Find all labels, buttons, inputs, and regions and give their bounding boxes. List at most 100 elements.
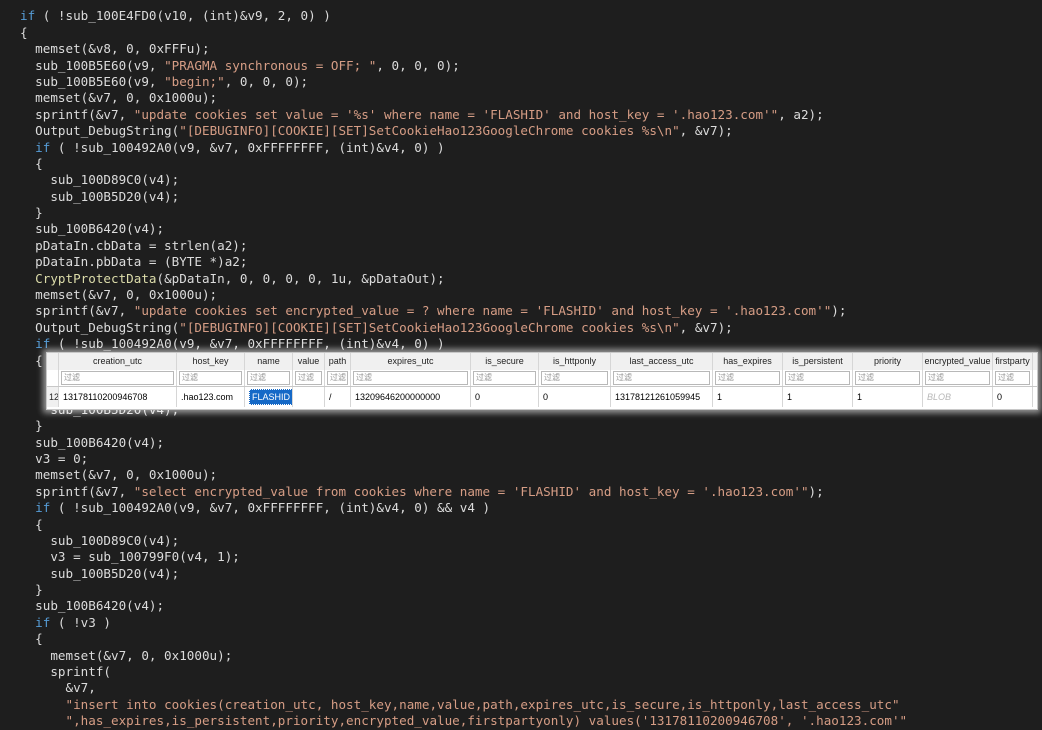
cell-expires-utc[interactable]: 13209646200000000	[351, 387, 471, 407]
code-token: "insert into cookies(creation_utc, host_…	[65, 696, 900, 712]
code-line: if ( !sub_100492A0(v9, &v7, 0xFFFFFFFF, …	[20, 140, 1042, 156]
code-line: CryptProtectData(&pDataIn, 0, 0, 0, 0, 1…	[20, 271, 1042, 287]
filter-input-host-key[interactable]: 过滤	[179, 371, 242, 385]
table-row[interactable]: 12 13178110200946708 .hao123.com FLASHID/13…	[47, 387, 1037, 407]
code-token: "select encrypted_value from cookies whe…	[133, 483, 809, 499]
code-token: ( !sub_100492A0(v9, &v7, 0xFFFFFFFF, (in…	[50, 500, 491, 516]
code-token: "begin;"	[164, 73, 225, 89]
filter-input-last-access-utc[interactable]: 过滤	[613, 371, 710, 385]
code-token: "[DEBUGINFO][COOKIE][SET]SetCookieHao123…	[179, 123, 680, 139]
code-line: if ( !sub_100492A0(v9, &v7, 0xFFFFFFFF, …	[20, 336, 1042, 352]
code-token: sub_100D89C0(v4);	[20, 532, 180, 548]
code-line: sub_100B5D20(v4);	[20, 189, 1042, 205]
filter-cell: 过滤	[923, 370, 993, 386]
code-token: );	[808, 483, 824, 499]
code-token: Output_DebugString(	[20, 319, 180, 335]
filter-input-value[interactable]: 过滤	[295, 371, 322, 385]
code-line: sprintf(	[20, 664, 1042, 680]
column-header-is-persistent[interactable]: is_persistent	[783, 353, 853, 370]
cell-priority[interactable]: 1	[853, 387, 923, 407]
filter-input-has-expires[interactable]: 过滤	[715, 371, 780, 385]
code-line: memset(&v7, 0, 0x1000u);	[20, 467, 1042, 483]
code-line: if ( !v3 )	[20, 615, 1042, 631]
filter-input-is-httponly[interactable]: 过滤	[541, 371, 608, 385]
filter-input-creation-utc[interactable]: 过滤	[61, 371, 174, 385]
code-line: Output_DebugString("[DEBUGINFO][COOKIE][…	[20, 123, 1042, 139]
code-token: sub_100B5D20(v4);	[20, 565, 180, 581]
cell-creation-utc[interactable]: 13178110200946708	[59, 387, 177, 407]
code-token: , &v7);	[679, 123, 733, 139]
filter-input-encrypted-value[interactable]: 过滤	[925, 371, 990, 385]
cell-last-access-utc[interactable]: 13178121261059945	[611, 387, 713, 407]
column-header-name[interactable]: name	[245, 353, 293, 370]
code-token: Output_DebugString(	[20, 123, 180, 139]
column-header-path[interactable]: path	[325, 353, 351, 370]
code-token: memset(&v7, 0, 0x1000u);	[20, 287, 218, 303]
code-token: , a2);	[778, 106, 824, 122]
code-token: if	[35, 336, 51, 352]
filter-cell: 过滤	[293, 370, 325, 386]
code-line: memset(&v7, 0, 0x1000u);	[20, 90, 1042, 106]
column-header-host-key[interactable]: host_key	[177, 353, 245, 370]
code-token: , 0, 0, 0);	[224, 73, 309, 89]
code-line: sub_100B6420(v4);	[20, 435, 1042, 451]
column-header-is-httponly[interactable]: is_httponly	[539, 353, 611, 370]
column-header-expires-utc[interactable]: expires_utc	[351, 353, 471, 370]
cell-host-key[interactable]: .hao123.com	[177, 387, 245, 407]
cell-value[interactable]	[293, 387, 325, 407]
cell-rownum[interactable]: 12	[47, 387, 59, 407]
code-token: pDataIn.cbData = strlen(a2);	[20, 237, 248, 253]
cell-has-expires[interactable]: 1	[713, 387, 783, 407]
code-token: memset(&v7, 0, 0x1000u);	[20, 90, 218, 106]
code-line: }	[20, 582, 1042, 598]
cell-is-persistent[interactable]: 1	[783, 387, 853, 407]
cell-encrypted-value[interactable]: BLOB	[923, 387, 993, 407]
code-line: {	[20, 631, 1042, 647]
column-header-firstparty[interactable]: firstparty	[993, 353, 1033, 370]
code-line: Output_DebugString("[DEBUGINFO][COOKIE][…	[20, 320, 1042, 336]
filter-cell: 过滤	[177, 370, 245, 386]
code-token: ( !sub_100492A0(v9, &v7, 0xFFFFFFFF, (in…	[50, 336, 445, 352]
column-header-creation-utc[interactable]: creation_utc	[59, 353, 177, 370]
filter-input-is-persistent[interactable]: 过滤	[785, 371, 850, 385]
filter-cell: 过滤	[245, 370, 293, 386]
code-token: {	[20, 352, 43, 368]
filter-cell: 过滤	[713, 370, 783, 386]
filter-cell: 过滤	[351, 370, 471, 386]
filter-input-expires-utc[interactable]: 过滤	[353, 371, 468, 385]
filter-input-path[interactable]: 过滤	[327, 371, 348, 385]
column-header-value[interactable]: value	[293, 353, 325, 370]
code-token: , 0, 0, 0);	[376, 57, 460, 73]
code-line: pDataIn.pbData = (BYTE *)a2;	[20, 254, 1042, 270]
code-line: "insert into cookies(creation_utc, host_…	[20, 697, 1042, 713]
column-header-is-secure[interactable]: is_secure	[471, 353, 539, 370]
code-token: sub_100B5D20(v4);	[20, 188, 180, 204]
cell-is-httponly[interactable]: 0	[539, 387, 611, 407]
filter-input-priority[interactable]: 过滤	[855, 371, 920, 385]
column-header-has-expires[interactable]: has_expires	[713, 353, 783, 370]
cell-path[interactable]: /	[325, 387, 351, 407]
code-token: v3 = sub_100799F0(v4, 1);	[20, 549, 240, 565]
column-header-rownum[interactable]	[47, 353, 59, 370]
code-line: if ( !sub_100492A0(v9, &v7, 0xFFFFFFFF, …	[20, 500, 1042, 516]
column-header-priority[interactable]: priority	[853, 353, 923, 370]
filter-input-name[interactable]: 过滤	[247, 371, 290, 385]
column-header-last-access-utc[interactable]: last_access_utc	[611, 353, 713, 370]
code-token: if	[20, 8, 36, 24]
filter-cell: 过滤	[325, 370, 351, 386]
code-line: memset(&v7, 0, 0x1000u);	[20, 287, 1042, 303]
code-token: "update cookies set encrypted_value = ? …	[133, 303, 832, 319]
code-line: {	[20, 156, 1042, 172]
filter-input-firstparty[interactable]: 过滤	[995, 371, 1030, 385]
column-header-encrypted-value[interactable]: encrypted_value	[923, 353, 993, 370]
filter-input-is-secure[interactable]: 过滤	[473, 371, 536, 385]
cell-name[interactable]: FLASHID	[245, 387, 293, 407]
cell-is-secure[interactable]: 0	[471, 387, 539, 407]
filter-cell: 过滤	[993, 370, 1033, 386]
code-line: sprintf(&v7, "update cookies set value =…	[20, 107, 1042, 123]
cell-firstparty[interactable]: 0	[993, 387, 1033, 407]
code-line: sub_100B5D20(v4);	[20, 566, 1042, 582]
filter-cell: 过滤	[59, 370, 177, 386]
